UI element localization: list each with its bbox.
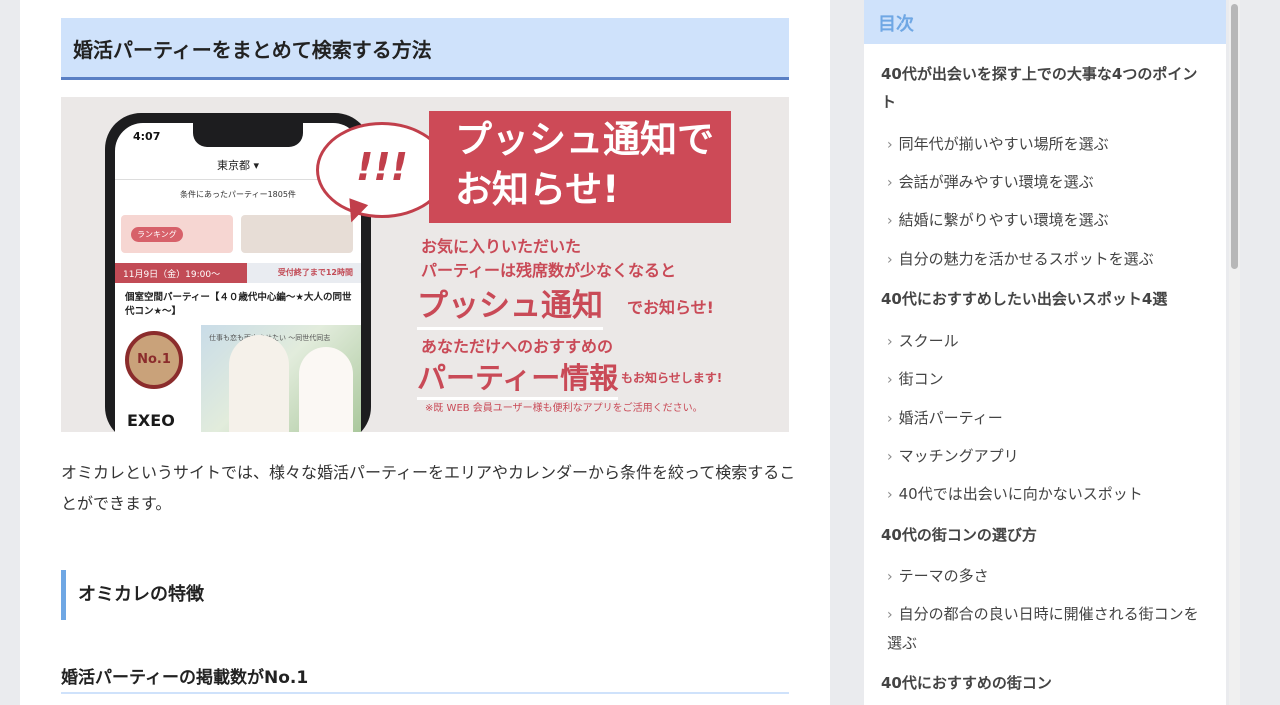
phone-time: 4:07 [133,130,161,143]
toc-item-label: 40代におすすめしたい出会いスポット4選 [881,290,1168,308]
toc-item-label: 同年代が揃いやすい場所を選ぶ [898,135,1109,153]
person-illustration [229,335,289,432]
section-heading: オミカレの特徴 [61,570,204,620]
party-title: 個室空間パーティー【４０歳代中心編〜★大人の同世代コン★〜】 [125,292,352,317]
toc-item-label: テーマの多さ [898,567,989,585]
push-notification-sub: でお知らせ! [627,298,714,317]
phone-notch [193,123,303,147]
banner-text-line: お気に入りいただいた [421,237,582,256]
party-info-sub: もお知らせします! [621,371,723,385]
chevron-right-icon: › [887,137,893,153]
chevron-right-icon: › [887,372,893,388]
banner-text-line: あなただけへのおすすめの [421,337,614,356]
chevron-right-icon: › [887,213,893,229]
toc-item-label: 自分の都合の良い日時に開催される街コンを選ぶ [887,605,1199,652]
exclamation-icon: !!! [356,145,408,189]
toc-heading-link[interactable]: 40代におすすめしたい出会いスポット4選 [881,285,1211,313]
toc-item-label: 40代におすすめの街コン [881,674,1052,692]
toc-subheading-link[interactable]: › 結婚に繋がりやすい環境を選ぶ [881,206,1211,235]
ranking-card: ランキング [121,215,233,253]
toc-item-label: 自分の魅力を活かせるスポットを選ぶ [898,250,1154,268]
toc-item-label: 会話が弾みやすい環境を選ぶ [898,173,1094,191]
party-photo: 仕事も恋も両立させたい 〜同世代同志 [201,325,361,432]
toc-item-label: 40代が出会いを探す上での大事な4つのポイント [881,65,1198,111]
party-date-bar: 11月9日（金）19:00〜 受付終了まで12時間 [115,263,361,283]
scrollbar-thumb[interactable] [1231,4,1238,269]
chevron-right-icon: › [887,569,893,585]
toc-subheading-link[interactable]: › 40代では出会いに向かないスポット [881,480,1211,509]
toc-subheading-link[interactable]: › 会話が弾みやすい環境を選ぶ [881,168,1211,197]
toc-subheading-link[interactable]: › 自分の魅力を活かせるスポットを選ぶ [881,245,1211,274]
banner-note: ※既 WEB 会員ユーザー様も便利なアプリをご活用ください。 [425,403,703,414]
toc-item-label: スクール [898,332,959,350]
toc-heading-link[interactable]: 40代が出会いを探す上での大事な4つのポイント [881,60,1211,116]
headline-line-2: お知らせ! [455,168,620,211]
banner-text-line: パーティーは残席数が少なくなると [421,261,677,280]
article-heading: 婚活パーティーをまとめて検索する方法 [61,18,789,80]
toc-subheading-link[interactable]: › スクール [881,327,1211,356]
chevron-right-icon: › [887,175,893,191]
toc-item-label: 結婚に繋がりやすい環境を選ぶ [898,211,1109,229]
chevron-right-icon: › [887,449,893,465]
toc-subheading-link[interactable]: › マッチングアプリ [881,442,1211,471]
article-paragraph: オミカレというサイトでは、様々な婚活パーティーをエリアやカレンダーから条件を絞っ… [61,463,796,513]
no1-badge: No.1 [125,331,183,389]
chevron-right-icon: › [887,411,893,427]
headline-line-1: プッシュ通知で [455,118,714,161]
chevron-right-icon: › [887,334,893,350]
chevron-right-icon: › [887,487,893,503]
promo-card [241,215,353,253]
toc-item-label: 婚活パーティー [898,409,1003,427]
toc-subheading-link[interactable]: › 婚活パーティー [881,404,1211,433]
toc-item-label: 40代では出会いに向かないスポット [898,485,1143,503]
toc-title: 目次 [864,0,1226,44]
scrollbar[interactable] [1229,0,1240,705]
toc-item-label: マッチングアプリ [898,447,1019,465]
toc-subheading-link[interactable]: › 自分の都合の良い日時に開催される街コンを選ぶ [881,600,1211,657]
chevron-right-icon: › [887,607,893,623]
toc-heading-link[interactable]: 40代におすすめの街コン [881,669,1211,697]
exeo-logo: EXEO [127,411,175,430]
table-of-contents: 目次 40代が出会いを探す上での大事な4つのポイント › 同年代が揃いやすい場所を選… [864,0,1226,705]
party-deadline: 受付終了まで12時間 [277,268,353,277]
ranking-label: ランキング [131,227,183,242]
party-date: 11月9日（金）19:00〜 [115,263,247,283]
subsection-heading: 婚活パーティーの掲載数がNo.1 [61,663,789,694]
toc-subheading-link[interactable]: › テーマの多さ [881,562,1211,591]
toc-item-label: 街コン [898,370,944,388]
party-info-text: パーティー情報 [417,355,619,400]
toc-heading-link[interactable]: 40代の街コンの選び方 [881,521,1211,549]
headline-box: プッシュ通知で お知らせ! [429,111,731,223]
toc-subheading-link[interactable]: › 同年代が揃いやすい場所を選ぶ [881,130,1211,159]
toc-subheading-link[interactable]: › 街コン [881,365,1211,394]
chevron-right-icon: › [887,252,893,268]
article-column: 婚活パーティーをまとめて検索する方法 4:07 東京都 ▾ 条件にあったパーティ… [20,0,830,705]
toc-item-label: 40代の街コンの選び方 [881,526,1037,544]
app-promo-banner[interactable]: 4:07 東京都 ▾ 条件にあったパーティー1805件 ランキング 11月9日（… [61,97,789,432]
person-illustration [299,347,353,432]
push-notification-text: プッシュ通知 [417,280,603,330]
